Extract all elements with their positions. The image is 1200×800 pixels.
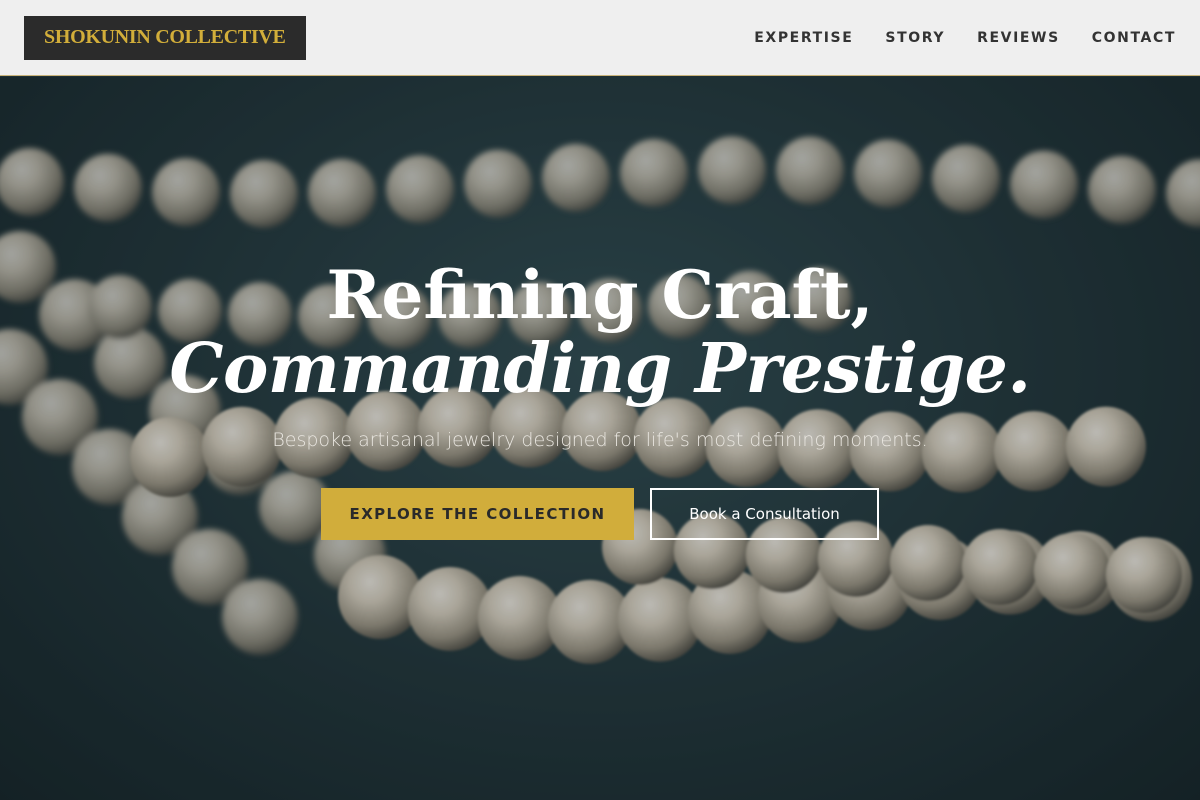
nav-link-contact[interactable]: CONTACT: [1092, 30, 1176, 46]
nav-link-reviews[interactable]: REVIEWS: [977, 30, 1060, 46]
explore-collection-button[interactable]: EXPLORE THE COLLECTION: [321, 488, 634, 540]
nav-link-story[interactable]: STORY: [885, 30, 945, 46]
main-nav: EXPERTISE STORY REVIEWS CONTACT: [722, 30, 1176, 46]
book-consultation-button[interactable]: Book a Consultation: [650, 488, 879, 540]
hero-section: Refining Craft, Commanding Prestige. Bes…: [0, 77, 1200, 800]
hero-subtitle: Bespoke artisanal jewelry designed for l…: [272, 429, 928, 451]
hero-content: Refining Craft, Commanding Prestige. Bes…: [0, 77, 1200, 800]
hero-headline-line2: Commanding Prestige.: [169, 329, 1031, 409]
hero-headline-line1: Refining Craft,: [326, 256, 874, 334]
brand-logo[interactable]: SHOKUNIN COLLECTIVE: [24, 15, 306, 60]
nav-link-expertise[interactable]: EXPERTISE: [754, 30, 853, 46]
site-header: SHOKUNIN COLLECTIVE EXPERTISE STORY REVI…: [0, 0, 1200, 76]
